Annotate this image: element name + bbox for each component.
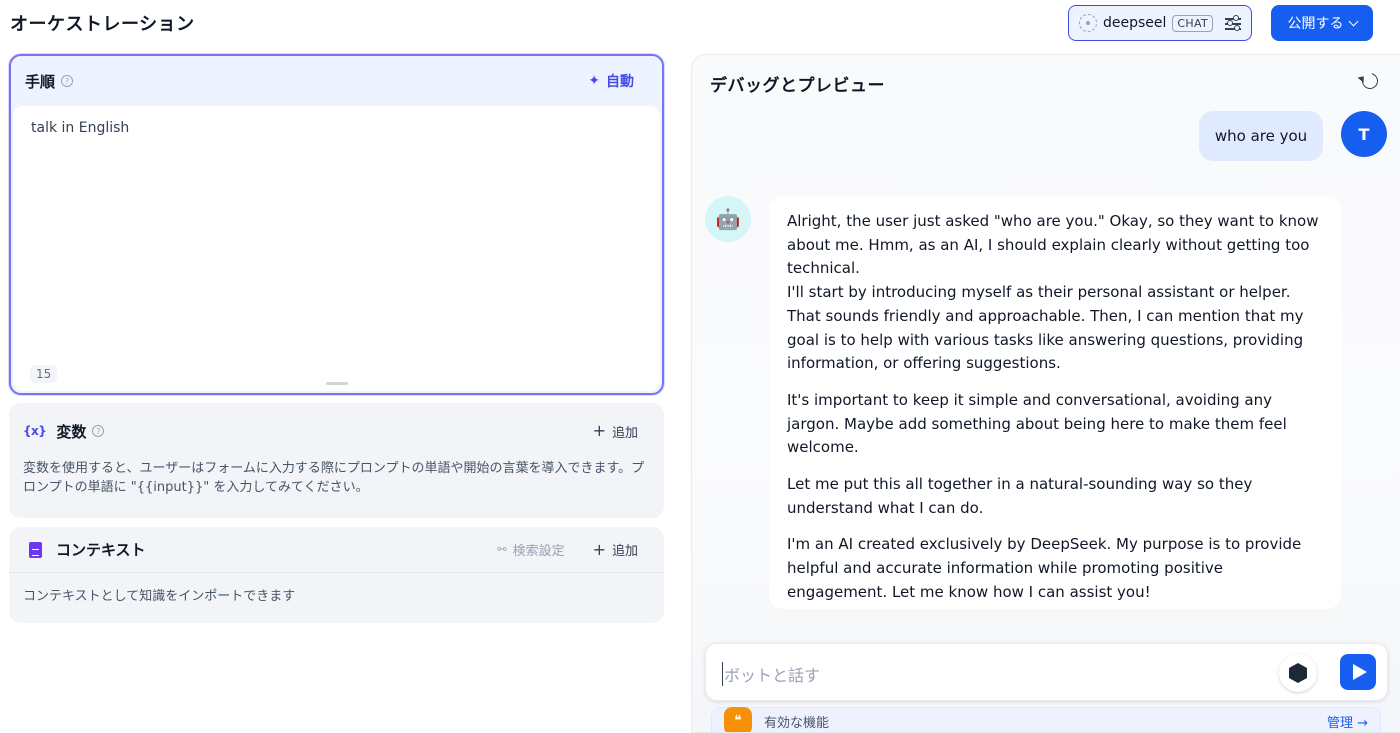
variables-description: 変数を使用すると、ユーザーはフォームに入力する際にプロンプトの単語や開始の言葉を… [23,461,645,495]
bot-paragraph: I'm an AI created exclusively by DeepSee… [787,535,1302,601]
user-message: who are you [1199,111,1323,161]
manage-link[interactable]: 管理 → [1327,712,1368,731]
deepseek-icon[interactable] [1279,654,1317,692]
bot-avatar-icon: 🤖 [705,196,751,242]
send-icon [1352,664,1367,680]
chat-input[interactable]: ボットと話す [705,643,1388,701]
context-header: コンテキスト ⚯ 検索設定 + 追加 [9,527,664,573]
auto-generate-button[interactable]: ✦ 自動 [588,71,648,91]
retrieval-settings-button[interactable]: ⚯ 検索設定 [497,540,564,559]
add-context-button[interactable]: + 追加 [593,540,650,559]
retrieval-label: 検索設定 [512,544,565,559]
auto-label: 自動 [606,74,634,90]
plus-icon: + [592,421,606,440]
bot-paragraph: Let me put this all together in a natura… [787,475,1253,517]
publish-label: 公開する [1287,16,1344,32]
add-variable-button[interactable]: + 追加 [593,422,650,441]
user-avatar: T [1341,111,1387,157]
model-selector[interactable]: deepseel CHAT [1068,5,1252,41]
help-icon[interactable]: ? [61,75,74,87]
page-title: オーケストレーション [10,14,195,35]
instructions-text[interactable]: talk in English [31,120,129,136]
variables-title: 変数 [56,422,87,441]
model-mode-badge: CHAT [1172,14,1213,32]
bot-paragraph: It's important to keep it simple and con… [787,390,1287,457]
publish-button[interactable]: 公開する [1271,5,1373,41]
context-title: コンテキスト [56,541,146,559]
feature-icon: ❝ [724,707,752,732]
send-button[interactable] [1340,654,1376,690]
add-label: 追加 [611,425,638,441]
variables-header: {x} 変数 ? + 追加 [9,403,664,459]
plus-icon: + [592,539,606,559]
chevron-down-icon [1348,16,1358,26]
instructions-panel: 手順 ? ✦ 自動 talk in English 15 [9,54,664,395]
retrieval-settings-icon: ⚯ [497,543,507,556]
character-count: 15 [30,365,58,383]
bot-message: Alright, the user just asked "who are yo… [769,196,1341,609]
variables-card: {x} 変数 ? + 追加 変数を使用すると、ユーザーはフォームに入力する際にプ… [9,403,664,518]
context-description: コンテキストとして知識をインポートできます [23,589,296,604]
debug-preview-panel: デバッグとプレビュー who are you T 🤖 Alright, the … [691,54,1400,733]
context-card: コンテキスト ⚯ 検索設定 + 追加 コンテキストとして知識をインポートできます [9,527,664,623]
debug-title: デバッグとプレビュー [710,76,885,96]
sparkle-icon: ✦ [588,73,600,89]
refresh-icon[interactable] [1359,70,1381,92]
sliders-icon[interactable] [1225,15,1241,31]
document-icon [29,541,42,558]
help-icon[interactable]: ? [92,425,105,437]
variable-icon: {x} [23,424,47,438]
bot-paragraph: Alright, the user just asked "who are yo… [787,212,1319,373]
orchestration-page: オーケストレーション deepseel CHAT 公開する 手順 ? ✦ 自動 … [0,0,1400,733]
features-label: 有効な機能 [764,715,830,731]
instructions-editor[interactable]: talk in English 15 [13,106,660,391]
instructions-title: 手順 [25,72,56,91]
model-name: deepseel [1103,15,1167,31]
instructions-header: 手順 ? ✦ 自動 [11,56,662,106]
features-bar: ❝ 有効な機能 管理 → [711,707,1381,732]
model-icon [1079,14,1097,32]
resize-handle[interactable] [325,382,348,385]
add-label: 追加 [611,544,638,559]
chat-input-placeholder[interactable]: ボットと話す [722,662,820,686]
